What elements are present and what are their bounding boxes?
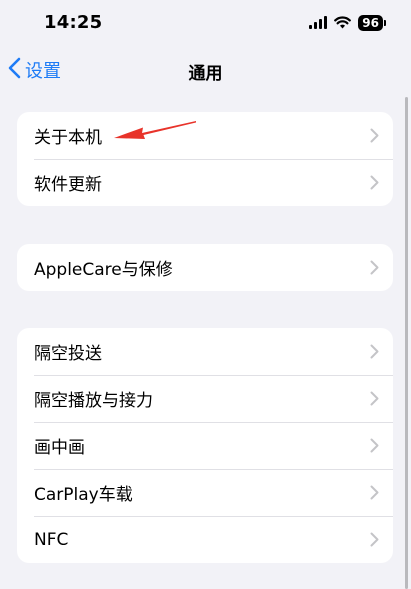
row-airplay-handoff[interactable]: 隔空播放与接力: [17, 375, 393, 422]
row-about[interactable]: 关于本机: [17, 112, 393, 159]
row-label: NFC: [34, 529, 69, 550]
chevron-right-icon: [370, 175, 379, 194]
row-label: 关于本机: [34, 128, 102, 148]
chevron-right-icon: [370, 128, 379, 147]
status-bar: 14:25 96: [0, 0, 411, 46]
row-label: 隔空播放与接力: [34, 391, 153, 411]
scroll-indicator[interactable]: [405, 97, 408, 589]
status-icons: 96: [309, 14, 386, 33]
row-label: AppleCare与保修: [34, 260, 173, 280]
row-label: CarPlay车载: [34, 485, 133, 505]
row-picture-in-picture[interactable]: 画中画: [17, 422, 393, 469]
row-carplay[interactable]: CarPlay车载: [17, 469, 393, 516]
row-applecare[interactable]: AppleCare与保修: [17, 244, 393, 291]
settings-group-device: 关于本机 软件更新: [17, 112, 393, 206]
chevron-right-icon: [370, 391, 379, 410]
red-arrow-icon: [112, 118, 198, 146]
row-software-update[interactable]: 软件更新: [17, 159, 393, 206]
chevron-right-icon: [370, 438, 379, 457]
chevron-right-icon: [370, 532, 379, 551]
row-label: 软件更新: [34, 175, 102, 195]
page-title: 通用: [188, 64, 223, 84]
row-airdrop[interactable]: 隔空投送: [17, 328, 393, 375]
row-nfc[interactable]: NFC: [17, 516, 393, 563]
nav-bar: 设置 通用: [0, 46, 411, 94]
row-label: 画中画: [34, 438, 85, 458]
chevron-right-icon: [370, 485, 379, 504]
cellular-signal-icon: [309, 14, 328, 33]
row-label: 隔空投送: [34, 344, 102, 364]
settings-group-applecare: AppleCare与保修: [17, 244, 393, 291]
chevron-right-icon: [370, 344, 379, 363]
settings-group-connectivity: 隔空投送 隔空播放与接力 画中画 CarPlay车载 NFC: [17, 328, 393, 563]
chevron-right-icon: [370, 260, 379, 279]
wifi-icon: [334, 14, 352, 33]
battery-icon: 96: [358, 15, 386, 31]
status-time: 14:25: [44, 12, 103, 33]
